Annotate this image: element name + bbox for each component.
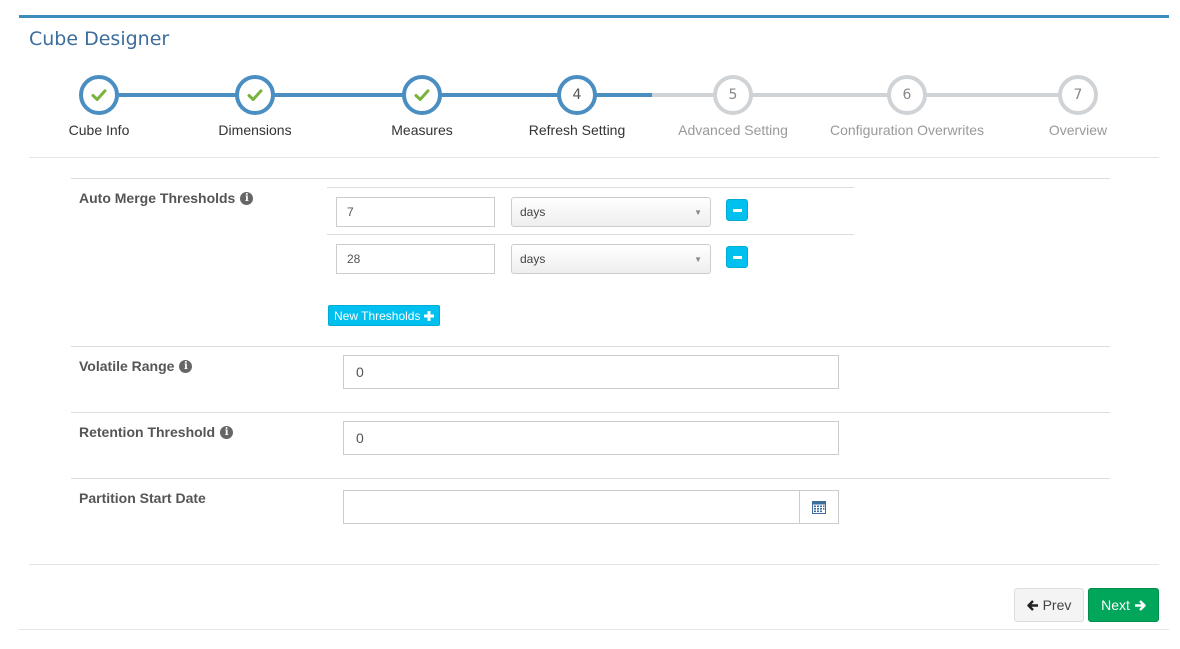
prev-button-label: Prev	[1042, 597, 1072, 613]
calendar-button[interactable]	[799, 491, 838, 523]
next-button[interactable]: Next	[1088, 588, 1159, 622]
info-circle-icon[interactable]: i	[240, 191, 254, 205]
threshold-unit-value: days	[520, 205, 546, 219]
retention-threshold-label: Retention Threshold i	[79, 424, 234, 440]
step-number: 4	[572, 87, 582, 103]
calendar-icon	[812, 500, 826, 514]
threshold-divider	[327, 187, 854, 188]
volatile-range-label-text: Volatile Range	[79, 358, 175, 374]
partition-start-date-group	[343, 490, 839, 524]
check-icon	[91, 89, 107, 101]
check-icon	[247, 89, 263, 101]
footer-divider	[29, 564, 1159, 565]
check-icon	[414, 89, 430, 101]
threshold-value-input[interactable]: 7	[336, 197, 495, 227]
threshold-unit-select[interactable]: days ▼	[511, 197, 711, 227]
retention-threshold-label-text: Retention Threshold	[79, 424, 216, 440]
new-thresholds-button[interactable]: New Thresholds	[328, 305, 441, 326]
wizard-step-5[interactable]: 5	[713, 75, 753, 115]
form-row-divider	[71, 412, 1110, 413]
volatile-range-input[interactable]: 0	[343, 355, 839, 389]
step-number: 6	[902, 87, 912, 103]
arrow-left-icon	[1026, 599, 1038, 611]
arrow-right-icon	[1134, 599, 1146, 611]
wizard-step-label[interactable]: Refresh Setting	[529, 122, 626, 138]
auto-merge-label: Auto Merge Thresholds i	[79, 190, 254, 206]
page-title: Cube Designer	[29, 28, 170, 50]
threshold-divider	[327, 234, 854, 235]
wizard-step-7[interactable]: 7	[1058, 75, 1098, 115]
new-thresholds-label: New Thresholds	[334, 308, 421, 323]
wizard-step-label[interactable]: Advanced Setting	[678, 122, 788, 138]
caret-down-icon: ▼	[694, 254, 702, 264]
partition-start-date-label: Partition Start Date	[79, 490, 206, 506]
form-row-divider	[71, 346, 1110, 347]
auto-merge-label-text: Auto Merge Thresholds	[79, 190, 236, 206]
remove-threshold-button[interactable]	[726, 199, 748, 221]
wizard-step-2[interactable]	[235, 75, 275, 115]
wizard-step-label[interactable]: Dimensions	[218, 122, 291, 138]
info-circle-icon[interactable]: i	[179, 359, 193, 373]
wizard-step-6[interactable]: 6	[887, 75, 927, 115]
remove-threshold-button[interactable]	[726, 246, 748, 268]
info-circle-icon[interactable]: i	[220, 425, 234, 439]
volatile-range-label: Volatile Range i	[79, 358, 193, 374]
cube-designer-panel: Cube Designer 4 5 6 7 Cube Info Dimensio…	[19, 15, 1169, 630]
caret-down-icon: ▼	[694, 207, 702, 217]
threshold-value-input[interactable]: 28	[336, 244, 495, 274]
wizard-step-label[interactable]: Configuration Overwrites	[830, 122, 984, 138]
retention-threshold-input[interactable]: 0	[343, 421, 839, 455]
wizard-step-label[interactable]: Measures	[391, 122, 452, 138]
wizard-divider	[29, 157, 1159, 158]
wizard-step-label[interactable]: Overview	[1049, 122, 1107, 138]
form-row-divider	[71, 478, 1110, 479]
wizard-step-1[interactable]	[79, 75, 119, 115]
step-number: 7	[1073, 87, 1083, 103]
step-number: 5	[728, 87, 738, 103]
wizard-step-label[interactable]: Cube Info	[69, 122, 130, 138]
threshold-unit-select[interactable]: days ▼	[511, 244, 711, 274]
partition-start-date-input[interactable]	[344, 491, 798, 523]
plus-icon	[424, 310, 435, 321]
form-row-divider	[71, 178, 1110, 179]
threshold-unit-value: days	[520, 252, 546, 266]
wizard-step-3[interactable]	[402, 75, 442, 115]
next-button-label: Next	[1101, 597, 1130, 613]
wizard-step-4[interactable]: 4	[557, 75, 597, 115]
prev-button[interactable]: Prev	[1014, 588, 1084, 622]
